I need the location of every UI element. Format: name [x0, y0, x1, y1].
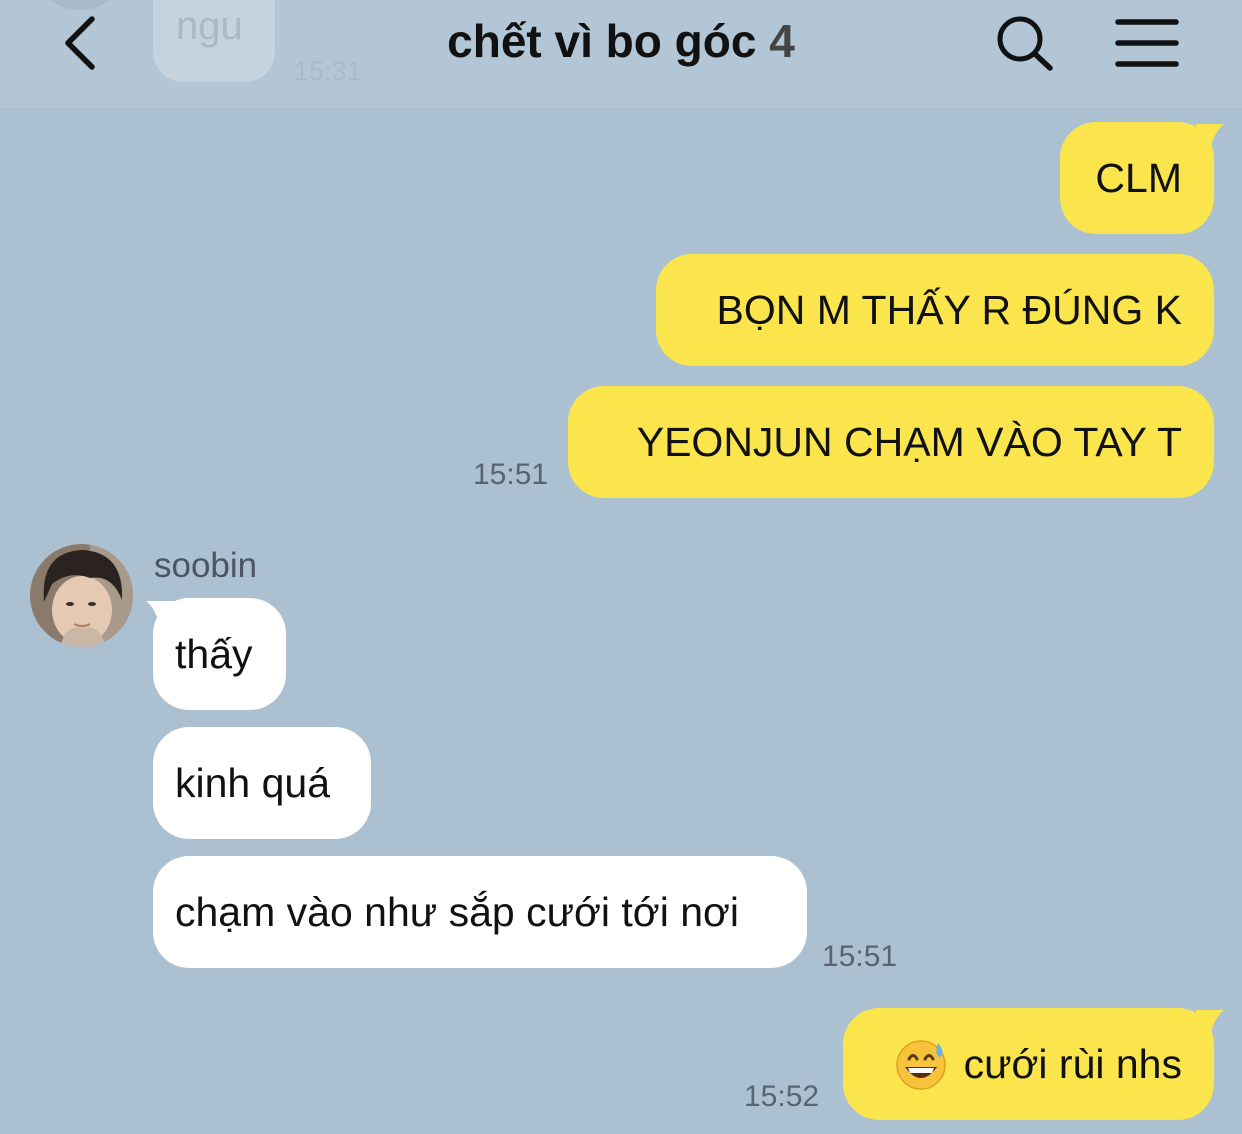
- previous-message-text: ngu: [176, 4, 243, 48]
- message-text: YEONJUN CHẠM VÀO TAY T: [636, 418, 1182, 465]
- profile-photo: [30, 544, 133, 647]
- sender-name: soobin: [154, 546, 258, 585]
- hamburger-menu-icon: [1115, 19, 1179, 67]
- bubble-tail: [1196, 124, 1224, 150]
- search-icon: [997, 16, 1053, 71]
- message-text: CLM: [1095, 154, 1182, 201]
- message-timestamp: 15:51: [473, 458, 549, 491]
- chevron-left-icon: [65, 16, 95, 70]
- message-timestamp: 15:52: [744, 1080, 820, 1113]
- back-button[interactable]: [50, 8, 110, 78]
- member-count: 4: [769, 15, 795, 67]
- message-timestamp: 15:51: [822, 940, 898, 973]
- message-text: thấy: [175, 630, 253, 677]
- chat-title: chết vì bo góc 4: [300, 14, 942, 74]
- message-bubble-incoming[interactable]: kinh quá: [153, 727, 371, 839]
- message-bubble-outgoing[interactable]: CLM: [1060, 122, 1214, 234]
- bubble-tail: [1196, 1010, 1224, 1036]
- chat-name: chết vì bo góc: [447, 15, 757, 67]
- message-text: BỌN M THẤY R ĐÚNG K: [716, 286, 1183, 333]
- message-bubble-outgoing[interactable]: YEONJUN CHẠM VÀO TAY T: [568, 386, 1214, 498]
- chat-header: ngu 15:31 chết vì bo góc 4: [0, 0, 1242, 108]
- message-bubble-incoming[interactable]: thấy: [153, 598, 286, 710]
- chat-screen: ngu 15:31 chết vì bo góc 4 CLM BỌN M THẤ…: [0, 0, 1242, 1134]
- message-bubble-outgoing[interactable]: cưới rùi nhs: [843, 1008, 1214, 1120]
- grinning-face-with-sweat-emoji: [895, 1040, 946, 1090]
- message-text: kinh quá: [175, 759, 331, 806]
- message-bubble-outgoing[interactable]: BỌN M THẤY R ĐÚNG K: [656, 254, 1214, 366]
- message-text: chạm vào như sắp cưới tới nơi: [175, 888, 739, 935]
- menu-button[interactable]: [1108, 10, 1186, 76]
- sender-avatar[interactable]: [30, 544, 133, 647]
- search-button[interactable]: [990, 10, 1060, 76]
- message-text: cưới rùi nhs: [963, 1040, 1182, 1087]
- message-bubble-incoming[interactable]: chạm vào như sắp cưới tới nơi: [153, 856, 807, 968]
